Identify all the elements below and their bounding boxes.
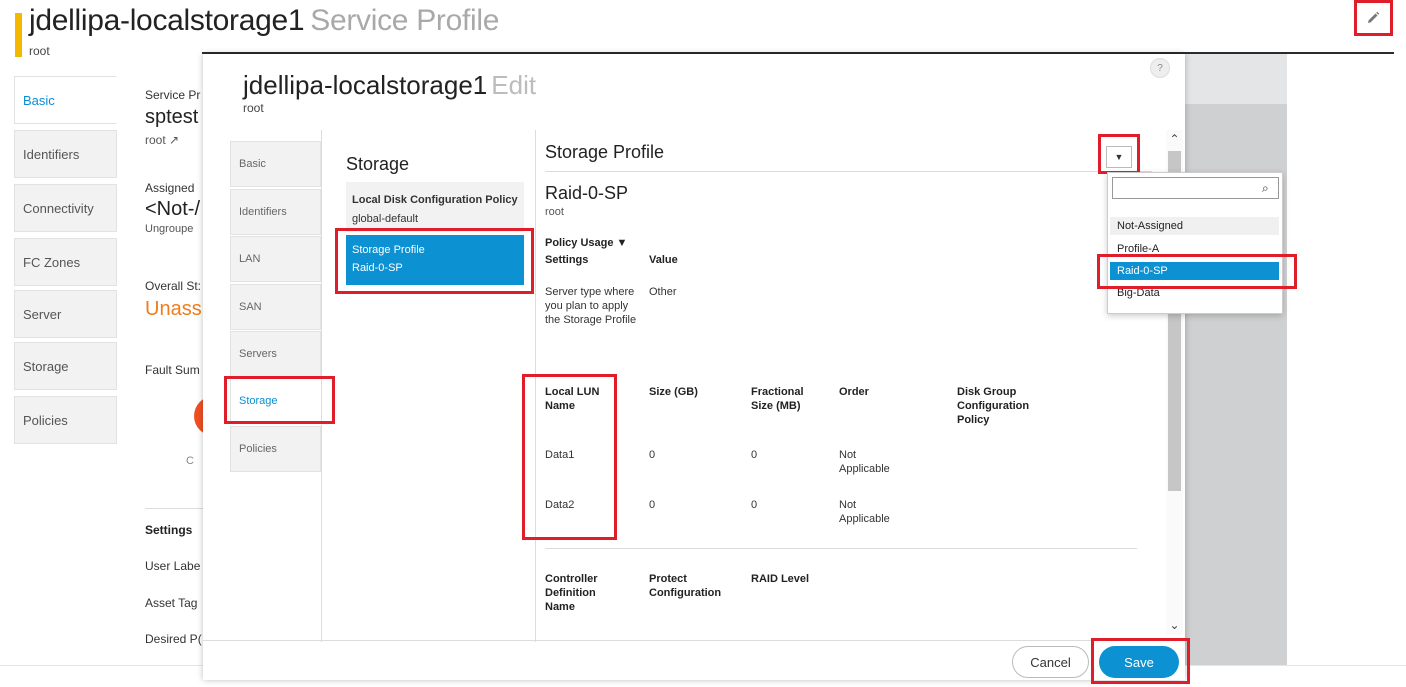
page-title: jdellipa-localstorage1 Service Profile	[29, 4, 499, 38]
lun-size-header: Size (GB)	[649, 386, 698, 398]
org-value: root	[145, 133, 166, 147]
divider	[321, 130, 322, 642]
divider	[145, 508, 203, 509]
dialog-tab-policies[interactable]: Policies	[230, 426, 321, 472]
dialog-title-subtitle: Edit	[491, 70, 537, 100]
divider	[535, 130, 536, 642]
dialog-tab-basic[interactable]: Basic	[230, 141, 321, 187]
lun-size: 0	[649, 499, 656, 511]
lun-order: Not Applicable	[839, 449, 890, 475]
ldcp-label: Local Disk Configuration Policy	[352, 194, 518, 206]
dropdown-option-not-assigned[interactable]: Not-Assigned	[1110, 217, 1279, 235]
assigned-value: <Not-/	[145, 198, 201, 220]
dialog-tab-lan[interactable]: LAN	[230, 236, 321, 282]
divider	[545, 548, 1137, 549]
tab-basic[interactable]: Basic	[14, 76, 117, 124]
dropdown-option-profile-a[interactable]: Profile-A	[1110, 240, 1279, 258]
dropdown-search-input[interactable]	[1112, 177, 1279, 199]
title-accent-bar	[15, 13, 22, 57]
controller-definition-header: Controller Definition Name	[545, 573, 598, 613]
dialog-tab-servers[interactable]: Servers	[230, 331, 321, 377]
lun-size: 0	[649, 449, 656, 461]
search-icon: ⌕	[1262, 181, 1269, 195]
dialog-org: root	[243, 101, 264, 115]
divider	[545, 171, 1152, 172]
policy-usage-toggle[interactable]: Policy Usage ▼	[545, 236, 627, 250]
background-panel-header	[1185, 54, 1287, 104]
overall-status-label: Overall St:	[145, 279, 202, 293]
tab-connectivity[interactable]: Connectivity	[14, 184, 117, 232]
storage-heading: Storage	[346, 154, 410, 174]
background-panel	[1185, 54, 1287, 666]
asset-tag-label: Asset Tag	[145, 596, 198, 610]
storage-profile-dropdown-toggle[interactable]: ▼	[1106, 146, 1132, 168]
service-profile-value: sptest	[145, 106, 199, 128]
settings-column-header: Settings	[545, 254, 589, 266]
fault-summary-label: Fault Sum	[145, 363, 200, 377]
org-link[interactable]: root ↗	[145, 133, 203, 147]
dialog-tab-storage[interactable]: Storage	[230, 378, 321, 424]
lun-fractional-size: 0	[751, 499, 758, 511]
tab-policies[interactable]: Policies	[14, 396, 117, 444]
external-link-icon: ↗	[169, 133, 180, 147]
tab-server[interactable]: Server	[14, 290, 117, 338]
ldcp-value: global-default	[352, 213, 419, 225]
server-type-label: Server type where you plan to apply the …	[545, 286, 637, 326]
dropdown-option-raid-0-sp[interactable]: Raid-0-SP	[1110, 262, 1279, 280]
dialog-tab-identifiers[interactable]: Identifiers	[230, 189, 321, 235]
caret-down-icon: ▼	[1114, 152, 1124, 162]
lun-name: Data1	[545, 449, 575, 461]
tab-identifiers[interactable]: Identifiers	[14, 130, 117, 178]
ungrouped-text: Ungroupe	[145, 223, 194, 235]
lun-fractional-size: 0	[751, 449, 758, 461]
cancel-button[interactable]: Cancel	[1012, 646, 1089, 678]
desired-power-label: Desired P(	[145, 632, 202, 646]
lun-order: Not Applicable	[839, 499, 890, 525]
storage-profile-heading: Storage Profile	[545, 142, 665, 162]
lun-disk-group-header: Disk Group Configuration Policy	[957, 386, 1030, 426]
lun-name: Data2	[545, 499, 575, 511]
local-disk-config-policy-item[interactable]: Local Disk Configuration Policy global-d…	[346, 182, 524, 232]
page-org: root	[29, 44, 50, 58]
dialog-title-name: jdellipa-localstorage1	[243, 70, 488, 100]
pencil-icon[interactable]	[1358, 4, 1388, 32]
server-type-value: Other	[649, 286, 677, 298]
raid-level-header: RAID Level	[751, 573, 810, 585]
lun-fractional-size-header: Fractional Size (MB)	[751, 386, 804, 412]
user-label-label: User Labe	[145, 559, 201, 573]
tab-fc-zones[interactable]: FC Zones	[14, 238, 117, 286]
settings-heading: Settings	[145, 523, 193, 537]
storage-profile-item[interactable]: Storage Profile Raid-0-SP	[346, 235, 524, 285]
value-column-header: Value	[649, 254, 678, 266]
dropdown-option-big-data[interactable]: Big-Data	[1110, 284, 1279, 302]
scroll-down-icon[interactable]: ⌄	[1166, 618, 1183, 632]
storage-profile-org: root	[545, 206, 564, 218]
page-title-subtitle: Service Profile	[310, 4, 500, 37]
divider	[203, 640, 1185, 641]
page-title-name: jdellipa-localstorage1	[29, 4, 305, 37]
service-profile-label: Service Pr	[145, 88, 201, 102]
tab-storage[interactable]: Storage	[14, 342, 117, 390]
save-button[interactable]: Save	[1099, 646, 1179, 678]
storage-profile-item-label: Storage Profile	[352, 244, 425, 256]
protect-configuration-header: Protect Configuration	[649, 573, 722, 599]
lun-order-header: Order	[839, 386, 869, 398]
dialog-tab-san[interactable]: SAN	[230, 284, 321, 330]
storage-profile-name: Raid-0-SP	[545, 183, 629, 203]
storage-profile-item-value: Raid-0-SP	[352, 262, 403, 274]
dialog-title: jdellipa-localstorage1 Edit	[243, 70, 536, 101]
scroll-up-icon[interactable]: ⌃	[1166, 132, 1183, 146]
overall-status-value: Unass	[145, 298, 202, 320]
fault-count-text: C	[186, 455, 194, 467]
lun-name-header: Local LUN Name	[545, 386, 600, 412]
help-icon[interactable]: ?	[1150, 58, 1170, 78]
assigned-label: Assigned	[145, 181, 195, 195]
